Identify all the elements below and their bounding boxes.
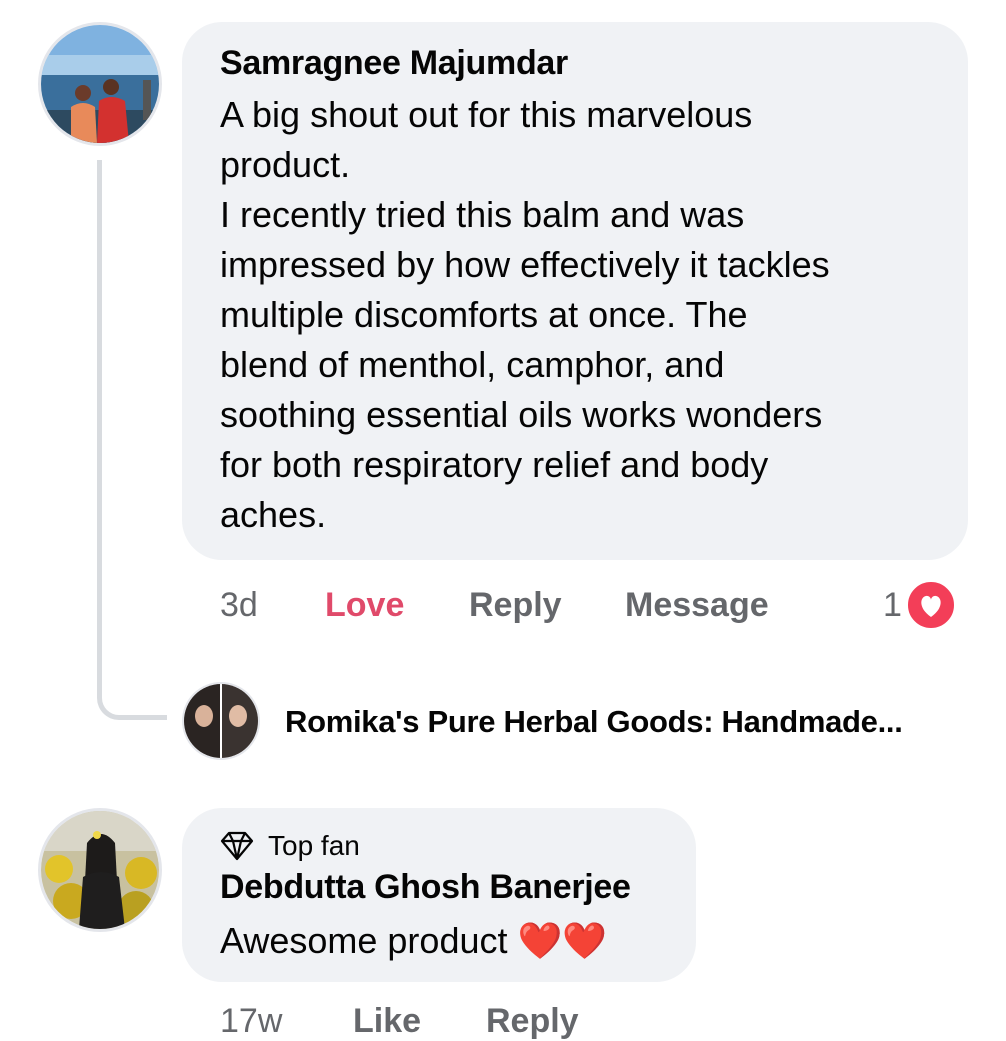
avatar-photo [41, 811, 159, 929]
comment-line: blend of menthol, camphor, and [220, 344, 725, 385]
comment-line: product. [220, 144, 351, 185]
comment-author[interactable]: Debdutta Ghosh Banerjee [220, 868, 631, 907]
comment-timestamp[interactable]: 17w [220, 1002, 282, 1041]
top-fan-label: Top fan [268, 830, 360, 861]
avatar[interactable] [38, 808, 162, 932]
avatar-photo [41, 25, 159, 143]
comment-line: I recently tried this balm and was [220, 194, 745, 235]
comment-line: impressed by how effectively it tackles [220, 244, 830, 285]
comment-body: Awesome product [220, 920, 508, 961]
comment-bubble: Samragnee Majumdar A big shout out for t… [182, 22, 968, 560]
message-button[interactable]: Message [625, 586, 769, 625]
thread-connector-line [97, 160, 167, 720]
comment-line: for both respiratory relief and body [220, 444, 769, 485]
reply-avatar-photo [184, 684, 258, 758]
top-fan-badge: Top fan [220, 830, 360, 862]
comment-line: multiple discomforts at once. The [220, 294, 748, 335]
reply-button[interactable]: Reply [469, 586, 562, 625]
comment-timestamp[interactable]: 3d [220, 586, 258, 625]
comment-author[interactable]: Samragnee Majumdar [220, 44, 568, 83]
comment-bubble: Top fan Debdutta Ghosh Banerjee Awesome … [182, 808, 696, 982]
heart-emoji: ❤️❤️ [517, 920, 608, 961]
love-button[interactable]: Love [325, 586, 404, 625]
comment-line: soothing essential oils works wonders [220, 394, 823, 435]
heart-reaction-icon [905, 580, 956, 630]
like-button[interactable]: Like [353, 1002, 421, 1041]
diamond-icon [220, 831, 254, 861]
comment-text: A big shout out for this marvelous produ… [220, 90, 960, 540]
comment-line: aches. [220, 494, 327, 535]
reaction-count: 1 [883, 585, 902, 624]
reply-button[interactable]: Reply [486, 1002, 579, 1041]
reply-author[interactable]: Romika's Pure Herbal Goods: Handmade... [285, 704, 903, 740]
reply-avatar[interactable] [182, 682, 260, 760]
comment-line: A big shout out for this marvelous [220, 94, 753, 135]
comment-text: Awesome product ❤️❤️ [220, 916, 607, 966]
avatar[interactable] [38, 22, 162, 146]
reaction-summary[interactable]: 1 [883, 580, 956, 630]
